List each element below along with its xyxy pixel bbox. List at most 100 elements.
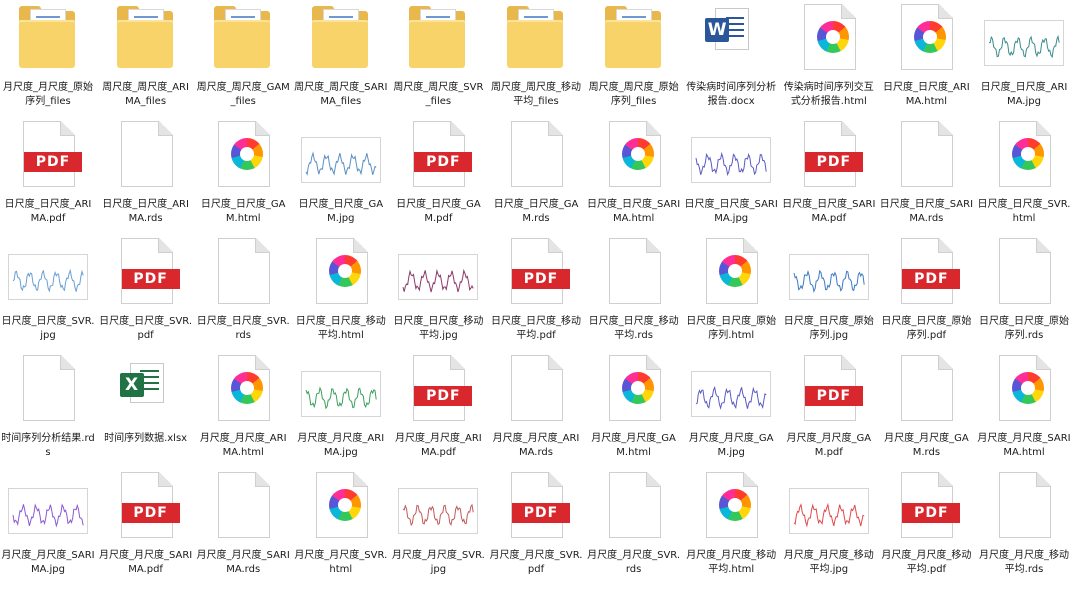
file-name-label: 月尺度_月尺度_原始序列_files (3, 82, 93, 107)
file-name-label: 日尺度_日尺度_SVR.html (977, 199, 1071, 224)
file-item-rds[interactable]: 日尺度_日尺度_SVR.rds (195, 236, 291, 343)
file-item-pdf[interactable]: PDF 月尺度_月尺度_ARIMA.pdf (390, 353, 486, 460)
word-document-icon: W (683, 2, 779, 78)
file-name-label: 月尺度_月尺度_SVR.html (294, 550, 388, 575)
file-item-rds[interactable]: 日尺度_日尺度_GAM.rds (488, 119, 584, 226)
file-item-folder[interactable]: 周尺度_周尺度_原始序列_files (586, 2, 682, 109)
file-item-pdf[interactable]: PDF 日尺度_日尺度_SARIMA.pdf (781, 119, 877, 226)
folder-icon (98, 2, 194, 78)
file-item-rds[interactable]: 月尺度_月尺度_SVR.rds (586, 470, 682, 577)
file-name-label: 日尺度_日尺度_原始序列.pdf (881, 316, 972, 341)
file-item-html[interactable]: 月尺度_月尺度_移动平均.html (683, 470, 779, 577)
file-name-label: 日尺度_日尺度_GAM.jpg (298, 199, 384, 224)
file-item-jpg[interactable]: 日尺度_日尺度_原始序列.jpg (781, 236, 877, 343)
file-item-rds[interactable]: 时间序列分析结果.rds (0, 353, 96, 460)
file-item-pdf[interactable]: PDF 日尺度_日尺度_移动平均.pdf (488, 236, 584, 343)
file-item-jpg[interactable]: 月尺度_月尺度_SARIMA.jpg (0, 470, 96, 577)
browser-html-file-icon (293, 236, 389, 312)
file-item-rds[interactable]: 日尺度_日尺度_ARIMA.rds (98, 119, 194, 226)
blank-file-icon (976, 470, 1072, 546)
file-name-label: 月尺度_月尺度_ARIMA.pdf (395, 433, 482, 458)
browser-html-file-icon (586, 353, 682, 429)
file-item-jpg[interactable]: 日尺度_日尺度_SVR.jpg (0, 236, 96, 343)
file-item-folder[interactable]: 周尺度_周尺度_ARIMA_files (98, 2, 194, 109)
file-item-pdf[interactable]: PDF 日尺度_日尺度_SVR.pdf (98, 236, 194, 343)
blank-file-icon (195, 236, 291, 312)
browser-html-file-icon (195, 353, 291, 429)
file-item-html[interactable]: 日尺度_日尺度_原始序列.html (683, 236, 779, 343)
blank-file-icon (976, 236, 1072, 312)
file-item-rds[interactable]: 月尺度_月尺度_GAM.rds (878, 353, 974, 460)
file-item-html[interactable]: 月尺度_月尺度_SARIMA.html (976, 353, 1072, 460)
file-item-pdf[interactable]: PDF 日尺度_日尺度_ARIMA.pdf (0, 119, 96, 226)
file-item-folder[interactable]: 周尺度_周尺度_SARIMA_files (293, 2, 389, 109)
file-item-jpg[interactable]: 日尺度_日尺度_GAM.jpg (293, 119, 389, 226)
browser-html-file-icon (586, 119, 682, 195)
folder-icon (195, 2, 291, 78)
file-item-folder[interactable]: 周尺度_周尺度_移动平均_files (488, 2, 584, 109)
file-name-label: 月尺度_月尺度_移动平均.pdf (881, 550, 972, 575)
file-name-label: 月尺度_月尺度_GAM.rds (884, 433, 969, 458)
file-name-label: 日尺度_日尺度_GAM.pdf (396, 199, 481, 224)
file-item-jpg[interactable]: 月尺度_月尺度_ARIMA.jpg (293, 353, 389, 460)
file-item-rds[interactable]: 月尺度_月尺度_ARIMA.rds (488, 353, 584, 460)
file-item-jpg[interactable]: 日尺度_日尺度_ARIMA.jpg (976, 2, 1072, 109)
image-thumbnail-icon (683, 353, 779, 429)
file-name-label: 周尺度_周尺度_GAM_files (196, 82, 290, 107)
file-item-jpg[interactable]: 日尺度_日尺度_SARIMA.jpg (683, 119, 779, 226)
file-item-html[interactable]: 月尺度_月尺度_ARIMA.html (195, 353, 291, 460)
file-item-pdf[interactable]: PDF 日尺度_日尺度_原始序列.pdf (878, 236, 974, 343)
file-item-html[interactable]: 日尺度_日尺度_SVR.html (976, 119, 1072, 226)
blank-file-icon (878, 353, 974, 429)
file-item-xlsx[interactable]: X 时间序列数据.xlsx (98, 353, 194, 446)
pdf-file-icon: PDF (488, 236, 584, 312)
file-item-pdf[interactable]: PDF 月尺度_月尺度_SVR.pdf (488, 470, 584, 577)
file-item-html[interactable]: 日尺度_日尺度_移动平均.html (293, 236, 389, 343)
folder-icon (488, 2, 584, 78)
file-name-label: 日尺度_日尺度_SARIMA.pdf (782, 199, 876, 224)
pdf-file-icon: PDF (488, 470, 584, 546)
pdf-file-icon: PDF (98, 236, 194, 312)
blank-file-icon (0, 353, 96, 429)
file-name-label: 月尺度_月尺度_ARIMA.html (199, 433, 287, 458)
browser-html-file-icon (781, 2, 877, 78)
file-name-label: 时间序列分析结果.rds (1, 433, 95, 458)
file-name-label: 月尺度_月尺度_移动平均.html (686, 550, 777, 575)
browser-html-file-icon (195, 119, 291, 195)
file-item-html[interactable]: 传染病时间序列交互式分析报告.html (781, 2, 877, 109)
file-item-pdf[interactable]: PDF 月尺度_月尺度_移动平均.pdf (878, 470, 974, 577)
browser-html-file-icon (683, 236, 779, 312)
file-item-rds[interactable]: 日尺度_日尺度_移动平均.rds (586, 236, 682, 343)
file-name-label: 月尺度_月尺度_SARIMA.jpg (1, 550, 95, 575)
file-item-jpg[interactable]: 日尺度_日尺度_移动平均.jpg (390, 236, 486, 343)
file-item-folder[interactable]: 周尺度_周尺度_GAM_files (195, 2, 291, 109)
folder-icon (293, 2, 389, 78)
file-name-label: 时间序列数据.xlsx (104, 433, 188, 444)
file-item-jpg[interactable]: 月尺度_月尺度_移动平均.jpg (781, 470, 877, 577)
file-item-rds[interactable]: 日尺度_日尺度_SARIMA.rds (878, 119, 974, 226)
file-name-label: 日尺度_日尺度_SVR.pdf (99, 316, 193, 341)
file-item-html[interactable]: 月尺度_月尺度_GAM.html (586, 353, 682, 460)
file-item-rds[interactable]: 月尺度_月尺度_SARIMA.rds (195, 470, 291, 577)
file-item-folder[interactable]: 月尺度_月尺度_原始序列_files (0, 2, 96, 109)
file-item-pdf[interactable]: PDF 月尺度_月尺度_SARIMA.pdf (98, 470, 194, 577)
file-item-jpg[interactable]: 月尺度_月尺度_GAM.jpg (683, 353, 779, 460)
file-item-docx[interactable]: W 传染病时间序列分析报告.docx (683, 2, 779, 109)
folder-icon (586, 2, 682, 78)
file-item-jpg[interactable]: 月尺度_月尺度_SVR.jpg (390, 470, 486, 577)
file-item-rds[interactable]: 日尺度_日尺度_原始序列.rds (976, 236, 1072, 343)
file-item-html[interactable]: 日尺度_日尺度_SARIMA.html (586, 119, 682, 226)
file-item-folder[interactable]: 周尺度_周尺度_SVR_files (390, 2, 486, 109)
file-name-label: 月尺度_月尺度_SVR.jpg (391, 550, 485, 575)
file-item-html[interactable]: 月尺度_月尺度_SVR.html (293, 470, 389, 577)
file-item-html[interactable]: 日尺度_日尺度_ARIMA.html (878, 2, 974, 109)
folder-icon (390, 2, 486, 78)
file-name-label: 月尺度_月尺度_SARIMA.html (977, 433, 1071, 458)
file-item-rds[interactable]: 月尺度_月尺度_移动平均.rds (976, 470, 1072, 577)
file-name-label: 日尺度_日尺度_SVR.rds (196, 316, 290, 341)
file-item-pdf[interactable]: PDF 日尺度_日尺度_GAM.pdf (390, 119, 486, 226)
file-name-label: 日尺度_日尺度_SARIMA.html (586, 199, 681, 224)
file-item-html[interactable]: 日尺度_日尺度_GAM.html (195, 119, 291, 226)
file-item-pdf[interactable]: PDF 月尺度_月尺度_GAM.pdf (781, 353, 877, 460)
file-name-label: 日尺度_日尺度_SVR.jpg (1, 316, 95, 341)
